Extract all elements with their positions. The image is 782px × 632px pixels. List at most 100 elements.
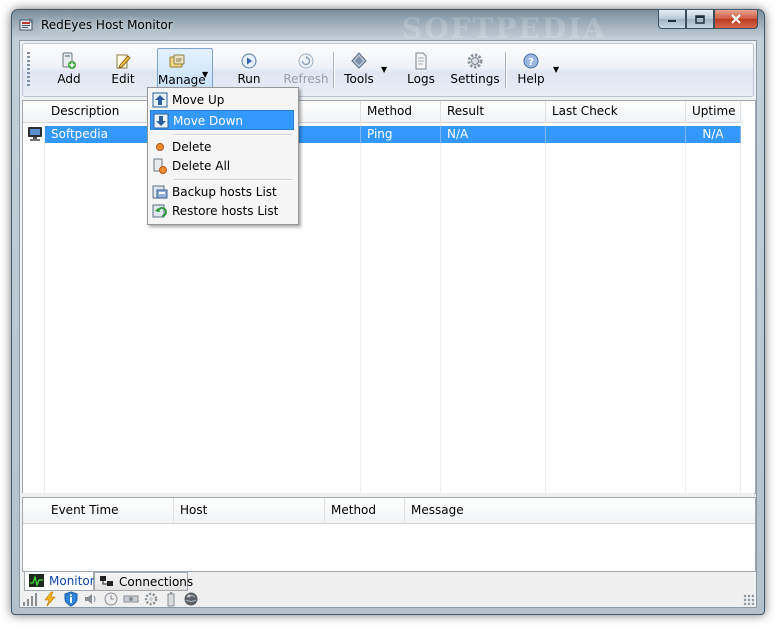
minimize-button[interactable] (658, 10, 686, 29)
arrow-down-icon (153, 113, 169, 129)
menu-item-move-up[interactable]: Move Up (150, 90, 294, 110)
restore-label: Restore hosts List (172, 204, 279, 218)
col-host[interactable]: Host (174, 498, 325, 523)
connections-icon (100, 576, 113, 586)
delete-dot-icon (156, 143, 164, 151)
tools-dropdown-arrow[interactable]: ▼ (381, 65, 387, 74)
events-header: Event Time Host Method Message (23, 498, 755, 524)
refresh-button[interactable]: Refresh (281, 48, 331, 92)
delete-all-label: Delete All (172, 159, 231, 173)
cell-uptime: N/A (686, 126, 741, 143)
add-button[interactable]: Add (49, 48, 89, 92)
toolbar-separator (505, 52, 506, 88)
speaker-icon[interactable] (83, 591, 99, 607)
tab-connections[interactable]: Connections (94, 572, 193, 591)
hosts-list[interactable]: Description Method Result Last Check Upt… (22, 100, 756, 494)
globe-icon[interactable] (183, 591, 199, 607)
backup-icon (152, 185, 168, 199)
tools-button[interactable]: Tools (341, 48, 377, 92)
app-icon (19, 18, 34, 31)
size-grip[interactable] (743, 594, 754, 605)
logs-button[interactable]: Logs (403, 48, 439, 92)
toolbar-grip[interactable] (27, 52, 30, 88)
manage-icon (169, 54, 185, 68)
computer-icon (28, 127, 42, 141)
delete-label: Delete (172, 140, 212, 154)
col-event-method[interactable]: Method (325, 498, 405, 523)
logs-label: Logs (407, 72, 435, 86)
client-area: Add Edit Manage ▼ Run Refresh Tools ▼ Lo… (19, 40, 757, 608)
menu-item-move-down[interactable]: Move Down (150, 110, 294, 130)
refresh-icon (298, 53, 314, 69)
close-button[interactable] (714, 10, 758, 29)
col-message[interactable]: Message (405, 498, 755, 523)
app-window: RedEyes Host Monitor SOFTPEDIA Add Edit … (11, 9, 765, 615)
help-dropdown-arrow[interactable]: ▼ (553, 65, 559, 74)
backup-label: Backup hosts List (172, 185, 277, 199)
close-icon (731, 14, 741, 24)
manage-menu: Move Up Move Down Delete Delete All Back… (147, 87, 299, 225)
cog-icon[interactable] (143, 591, 159, 607)
delete-all-icon (153, 158, 167, 174)
caption-buttons (658, 10, 758, 30)
cell-last-check (546, 126, 686, 143)
svg-text:?: ? (528, 57, 534, 68)
signal-bars-icon[interactable] (22, 591, 38, 607)
restore-icon (152, 204, 167, 218)
maximize-icon (695, 14, 705, 24)
menu-item-delete-all[interactable]: Delete All (150, 156, 294, 176)
bottom-tabs: Monitor Connections (22, 572, 754, 591)
manage-dropdown-arrow[interactable]: ▼ (202, 70, 208, 79)
help-button[interactable]: ? Help (513, 48, 549, 92)
col-uptime[interactable]: Uptime (686, 101, 741, 122)
manage-label: Manage (158, 73, 206, 87)
move-down-label: Move Down (173, 114, 243, 128)
lightning-icon[interactable] (42, 591, 58, 607)
status-bar (20, 591, 756, 607)
run-icon (241, 53, 257, 69)
events-list[interactable]: Event Time Host Method Message (22, 497, 756, 572)
clock-icon[interactable] (103, 591, 119, 607)
add-label: Add (57, 72, 81, 86)
tab-monitor[interactable]: Monitor (24, 572, 95, 591)
edit-button[interactable]: Edit (103, 48, 143, 92)
col-result[interactable]: Result (441, 101, 546, 122)
add-host-icon (62, 52, 76, 69)
table-row[interactable]: Softpedia Ping N/A N/A (23, 126, 743, 143)
tools-icon (351, 52, 367, 69)
battery-icon[interactable] (163, 591, 179, 607)
menu-item-delete[interactable]: Delete (150, 137, 294, 157)
menu-item-backup-hosts[interactable]: Backup hosts List (150, 182, 294, 202)
cell-method: Ping (361, 126, 441, 143)
col-event-time[interactable]: Event Time (45, 498, 174, 523)
tools-label: Tools (344, 72, 374, 86)
maximize-button[interactable] (686, 10, 714, 29)
settings-button[interactable]: Settings (449, 48, 501, 92)
gear-icon (467, 53, 483, 69)
edit-label: Edit (111, 72, 135, 86)
col-last-check[interactable]: Last Check (546, 101, 686, 122)
monitor-graph-icon (29, 574, 44, 587)
menu-separator (174, 179, 292, 180)
help-icon: ? (523, 53, 539, 69)
network-icon[interactable] (123, 591, 139, 607)
minimize-icon (668, 20, 676, 22)
window-title: RedEyes Host Monitor (41, 18, 173, 32)
run-button[interactable]: Run (229, 48, 269, 92)
arrow-up-icon (152, 92, 168, 108)
menu-separator (174, 134, 292, 135)
menu-item-restore-hosts[interactable]: Restore hosts List (150, 201, 294, 221)
help-label: Help (517, 72, 545, 86)
hosts-header: Description Method Result Last Check Upt… (23, 101, 743, 123)
cell-result: N/A (441, 126, 546, 143)
tab-connections-label: Connections (119, 575, 194, 589)
tab-monitor-label: Monitor (49, 574, 95, 588)
run-label: Run (237, 72, 261, 86)
title-bar[interactable]: RedEyes Host Monitor SOFTPEDIA (12, 10, 764, 45)
logs-icon (415, 52, 427, 70)
edit-icon (116, 54, 131, 69)
col-method[interactable]: Method (361, 101, 441, 122)
refresh-label: Refresh (283, 72, 329, 86)
info-shield-icon[interactable] (63, 591, 79, 607)
toolbar: Add Edit Manage ▼ Run Refresh Tools ▼ Lo… (22, 43, 754, 97)
